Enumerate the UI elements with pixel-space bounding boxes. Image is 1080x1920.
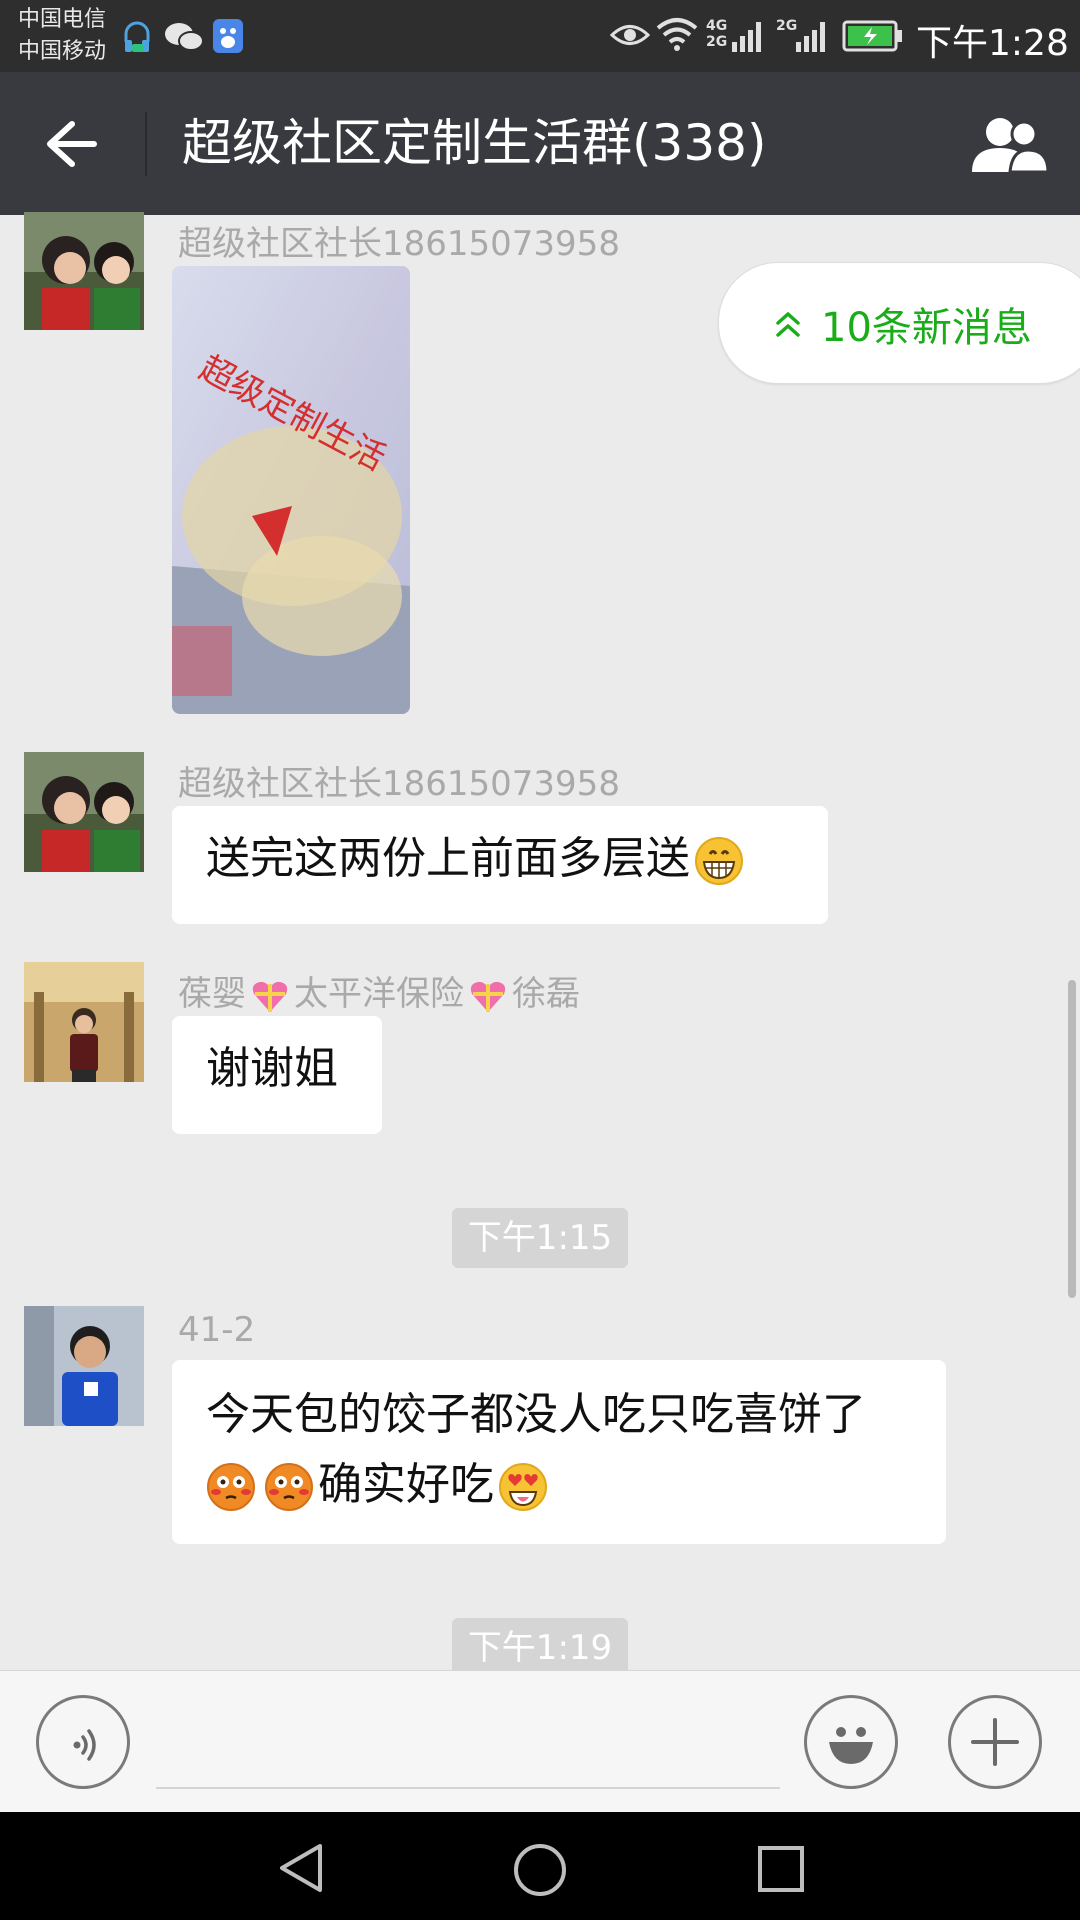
message-input[interactable] bbox=[156, 1787, 780, 1789]
chat-title-bar: 超级社区定制生活群(338) bbox=[0, 72, 1080, 215]
grin-icon bbox=[695, 837, 743, 885]
emoji-button[interactable] bbox=[804, 1695, 898, 1789]
message-emoji-line: 确实好吃 bbox=[206, 1450, 912, 1520]
group-members-icon[interactable] bbox=[966, 114, 1050, 176]
avatar-photo-woman-icon bbox=[24, 962, 144, 1082]
battery-charging-icon bbox=[842, 20, 902, 52]
avatar-photo-boy-icon bbox=[24, 1306, 144, 1426]
sender-name-part: 葆婴 bbox=[178, 974, 246, 1014]
network-type-label-2: 2G bbox=[706, 34, 728, 50]
timestamp-divider: 下午1:19 bbox=[452, 1618, 628, 1670]
nav-recents-icon[interactable] bbox=[756, 1844, 806, 1894]
sender-avatar[interactable] bbox=[24, 212, 144, 330]
back-arrow-icon[interactable] bbox=[44, 118, 100, 170]
wifi-icon bbox=[656, 18, 698, 51]
sender-name: 超级社区社长18615073958 bbox=[178, 224, 620, 264]
heart-eyes-icon bbox=[499, 1463, 547, 1511]
wechat-notification-icon bbox=[165, 23, 204, 51]
sender-name-part: 太平洋保险 bbox=[294, 974, 464, 1014]
message-text: 送完这两份上前面多层送 bbox=[206, 833, 690, 884]
voice-wave-icon bbox=[73, 1729, 96, 1761]
more-functions-button[interactable] bbox=[948, 1695, 1042, 1789]
message-bubble[interactable]: 谢谢姐 bbox=[172, 1016, 382, 1134]
voice-button[interactable] bbox=[36, 1695, 130, 1789]
new-messages-label: 10条新消息 bbox=[821, 305, 1032, 351]
message-text-line: 今天包的饺子都没人吃只吃喜饼了 bbox=[206, 1389, 866, 1440]
sender-name: 41-2 bbox=[178, 1310, 256, 1350]
message-text: 谢谢姐 bbox=[206, 1043, 338, 1094]
sender-avatar[interactable] bbox=[24, 752, 144, 872]
status-time: 下午1:28 bbox=[916, 23, 1069, 64]
sender-avatar[interactable] bbox=[24, 1306, 144, 1426]
sender-avatar[interactable] bbox=[24, 962, 144, 1082]
scrollbar-thumb[interactable] bbox=[1068, 980, 1076, 1298]
smiley-face-icon bbox=[829, 1727, 873, 1764]
nav-back-icon[interactable] bbox=[276, 1842, 326, 1894]
heart-gift-icon bbox=[470, 981, 506, 1012]
carrier-name-1: 中国电信 bbox=[18, 7, 107, 32]
double-chevron-up-icon bbox=[776, 312, 800, 337]
message-bubble[interactable]: 今天包的饺子都没人吃只吃喜饼了 确实好吃 bbox=[172, 1360, 946, 1544]
timestamp-clip: 下午1:19 bbox=[0, 1610, 1080, 1670]
message-text-line: 确实好吃 bbox=[318, 1459, 494, 1510]
message-bubble[interactable]: 送完这两份上前面多层送 bbox=[172, 806, 828, 924]
plus-icon bbox=[971, 1718, 1019, 1766]
flushed-icon bbox=[207, 1463, 255, 1511]
carrier-name-2: 中国移动 bbox=[18, 39, 107, 64]
flushed-icon bbox=[265, 1463, 313, 1511]
sender-name: 超级社区社长18615073958 bbox=[178, 764, 620, 804]
signal-strength-icon-2 bbox=[796, 22, 825, 52]
nav-home-icon[interactable] bbox=[512, 1842, 568, 1898]
timestamp-divider: 下午1:15 bbox=[452, 1208, 628, 1268]
sender-name-part: 徐磊 bbox=[512, 974, 580, 1014]
avatar-photo-children-icon bbox=[24, 212, 144, 330]
photo-plastic-bag-icon bbox=[172, 266, 410, 714]
image-message[interactable]: 超级定制生活 bbox=[172, 266, 410, 714]
headset-notification-icon bbox=[124, 21, 150, 52]
sender-name-row: 葆婴 太平洋保险 徐磊 bbox=[178, 966, 580, 1016]
signal-strength-icon-1 bbox=[732, 22, 761, 52]
baidu-notification-icon bbox=[213, 19, 243, 53]
avatar-photo-children-icon bbox=[24, 752, 144, 872]
network-type-label-1: 4G bbox=[706, 18, 728, 34]
system-navigation-bar bbox=[0, 1812, 1080, 1920]
new-messages-button[interactable]: 10条新消息 bbox=[718, 262, 1080, 384]
heart-gift-icon bbox=[252, 981, 288, 1012]
input-bar bbox=[0, 1670, 1080, 1813]
status-bar: 中国电信 中国移动 4G 2G 2G 下午1:28 bbox=[0, 0, 1080, 72]
title-divider bbox=[145, 112, 147, 176]
chat-title: 超级社区定制生活群(338) bbox=[182, 114, 767, 172]
eye-comfort-icon bbox=[610, 25, 650, 45]
